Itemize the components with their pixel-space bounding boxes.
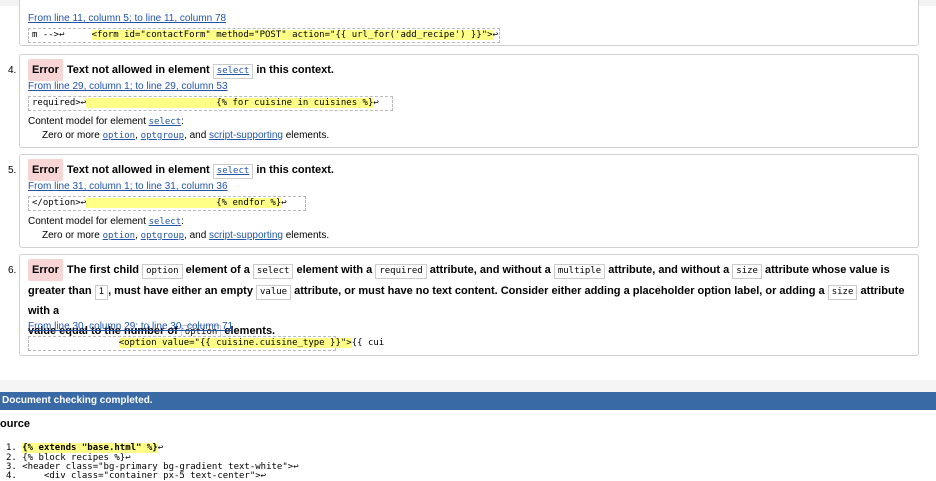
inline-code: 1 (94, 285, 109, 300)
content-model: Content model for element select: (28, 116, 184, 127)
title-text: element of a (182, 264, 253, 276)
optgroup-link[interactable]: optgroup (141, 131, 184, 141)
cm-text: , and (184, 130, 210, 141)
location-link[interactable]: From line 29, column 1; to line 29, colu… (28, 81, 228, 92)
cm-text: elements. (282, 130, 330, 141)
cm-text: Zero or more (42, 230, 103, 241)
optgroup-link[interactable]: optgroup (141, 231, 184, 241)
extract-suffix: ↩ (281, 198, 287, 208)
cm-text: , and (184, 230, 210, 241)
code-extract: required>↩ {% for cuisine in cuisines %}… (28, 96, 393, 111)
content-model: Content model for element select: (28, 216, 184, 227)
extract-highlight: <form id="contactForm" method="POST" act… (91, 30, 493, 40)
section-gutter (0, 380, 936, 392)
content-model-label: Content model for element (28, 216, 149, 227)
source-text: ↩ (157, 443, 164, 453)
source-line: 1. {% extends "base.html" %}↩ (6, 443, 163, 453)
source-line: 4. <div class="container px-5 text-cente… (6, 471, 266, 481)
select-element-link[interactable]: select (212, 164, 254, 179)
message-4: 4. Error Text not allowed in element sele… (8, 54, 919, 148)
location-link[interactable]: From line 11, column 5; to line 11, colu… (28, 13, 226, 24)
content-model-detail: Zero or more option, optgroup, and scrip… (42, 230, 329, 241)
inline-code: size (732, 264, 762, 279)
title-text: in this context. (253, 164, 334, 176)
error-badge: Error (28, 59, 63, 81)
inline-code: option (142, 264, 183, 279)
message-number: 6. (8, 265, 17, 276)
extract-suffix: ↩ (373, 98, 379, 108)
location-link[interactable]: From line 30, column 29; to line 30, col… (28, 321, 233, 332)
message-number: 4. (8, 65, 17, 76)
script-supporting-link[interactable]: script-supporting (209, 230, 283, 241)
source-heading: ource (0, 418, 30, 430)
title-text: greater than (28, 285, 95, 297)
extract-highlight: <option value="{{ cuisine.cuisine_type }… (118, 338, 352, 348)
cm-text: Zero or more (42, 130, 103, 141)
title-text: attribute, or must have no text content.… (291, 285, 828, 297)
source-text: <div class="container px-5 text-center">… (22, 471, 267, 481)
extract-highlight: {% endfor %} (86, 198, 282, 208)
select-element-link[interactable]: select (212, 64, 254, 79)
title-text: attribute, and without a (426, 264, 554, 276)
extract-suffix: {{ cui (351, 338, 385, 348)
message-6: 6. Error The first child option element o… (8, 254, 919, 356)
select-element-link[interactable]: select (149, 117, 182, 127)
line-number: 1. (6, 443, 17, 453)
title-text: , must have either an empty (108, 285, 256, 297)
content-model-label: Content model for element (28, 116, 149, 127)
title-text: element with a (293, 264, 376, 276)
code-extract: </option>↩ {% endfor %}↩ (28, 196, 306, 211)
title-text: attribute, and without a (605, 264, 733, 276)
message-title: Error Text not allowed in element select … (28, 159, 334, 181)
title-text: in this context. (253, 64, 334, 76)
extract-prefix: required>↩ (32, 98, 87, 108)
content-model-colon: : (181, 116, 184, 127)
title-text: The first child (66, 264, 143, 276)
location-link[interactable]: From line 31, column 1; to line 31, colu… (28, 181, 228, 192)
error-badge: Error (28, 159, 63, 181)
content-model-colon: : (181, 216, 184, 227)
inline-code: value (256, 285, 292, 300)
cm-text: elements. (282, 230, 330, 241)
title-text: Text not allowed in element (66, 64, 213, 76)
title-text: Text not allowed in element (66, 164, 213, 176)
inline-code: multiple (553, 264, 606, 279)
extract-prefix (32, 338, 119, 348)
source-highlight: {% extends "base.html" %} (22, 443, 158, 453)
inline-code: size (827, 285, 858, 300)
inline-code: select (252, 264, 294, 279)
script-supporting-link[interactable]: script-supporting (209, 130, 283, 141)
content-model-detail: Zero or more option, optgroup, and scrip… (42, 130, 329, 141)
select-element-link[interactable]: select (149, 217, 182, 227)
message-3: From line 11, column 5; to line 11, colu… (19, 0, 919, 46)
extract-suffix: ↩ (492, 30, 498, 40)
status-bar: Document checking completed. (0, 392, 936, 410)
extract-prefix: </option>↩ (32, 198, 87, 208)
option-link[interactable]: option (103, 231, 136, 241)
code-extract: m -->↩ <form id="contactForm" method="PO… (28, 28, 500, 43)
message-number: 5. (8, 165, 17, 176)
error-badge: Error (28, 259, 63, 281)
line-number: 4. (6, 471, 17, 481)
message-title: Error Text not allowed in element select … (28, 59, 334, 81)
extract-prefix: m -->↩ (32, 30, 92, 40)
code-extract: <option value="{{ cuisine.cuisine_type }… (28, 336, 384, 351)
message-5: 5. Error Text not allowed in element sele… (8, 154, 919, 248)
extract-highlight: {% for cuisine in cuisines %} (86, 98, 374, 108)
title-text: attribute whose value is (761, 264, 890, 276)
option-link[interactable]: option (103, 131, 136, 141)
inline-code: required (375, 264, 427, 279)
